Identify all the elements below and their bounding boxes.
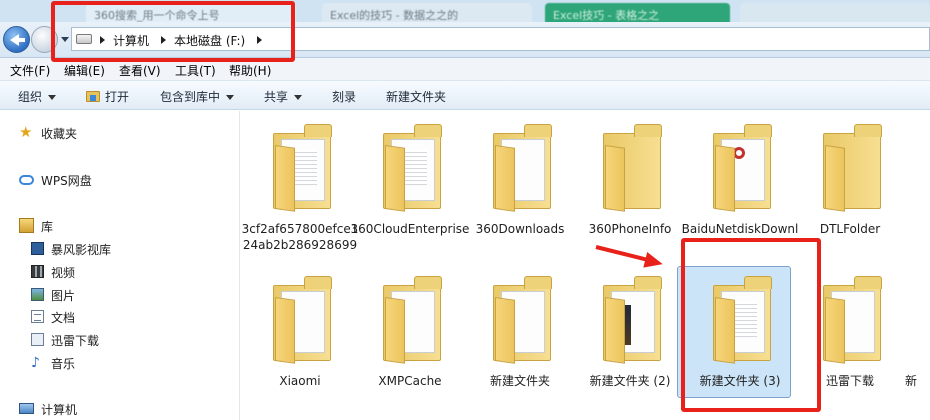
nav-favorites-label: 收藏夹 [41, 127, 78, 141]
nav-computer-label: 计算机 [41, 403, 78, 417]
open-label: 打开 [105, 90, 130, 104]
nav-favorites[interactable]: ★ 收藏夹 [19, 125, 78, 142]
back-button[interactable] [3, 26, 30, 53]
folder-item[interactable]: 新 [905, 271, 930, 411]
include-in-library-label: 包含到库中 [160, 90, 221, 104]
folder-name: Xiaomi [279, 374, 321, 388]
nav-lib-pictures[interactable]: 图片 [31, 287, 76, 304]
menu-tools[interactable]: 工具(T) [175, 62, 216, 79]
menu-edit[interactable]: 编辑(E) [64, 62, 105, 79]
open-icon [86, 91, 100, 102]
folder-name: 360CloudEnterprise [350, 222, 470, 236]
folder-icon [603, 123, 662, 212]
folder-item[interactable]: Xiaomi [245, 271, 355, 411]
folder-item[interactable]: 360Downloads [465, 119, 575, 259]
nav-computer[interactable]: 计算机 [19, 401, 78, 418]
folder-item[interactable]: 3cf2af657800efce124ab2b286928699 [242, 119, 358, 259]
star-icon: ★ [19, 123, 33, 141]
nav-lib-label: 音乐 [51, 357, 76, 371]
folder-icon [493, 123, 552, 212]
open-button[interactable]: 打开 [86, 88, 129, 105]
folder-name: DTLFolder [819, 222, 881, 236]
folder-name: 新建文件夹 (2) [589, 374, 671, 388]
music-icon: ♪ [31, 355, 40, 371]
folder-name: 新建文件夹 [489, 374, 550, 388]
nav-wps-label: WPS网盘 [41, 174, 92, 188]
nav-libraries[interactable]: 库 [19, 218, 54, 235]
nav-libraries-label: 库 [41, 220, 54, 234]
new-folder-button[interactable]: 新建文件夹 [386, 88, 446, 105]
picture-icon [31, 288, 44, 301]
menu-file[interactable]: 文件(F) [10, 62, 50, 79]
new-folder-label: 新建文件夹 [386, 90, 447, 104]
nav-lib-label: 图片 [51, 289, 76, 303]
folder-name: 新 [905, 374, 918, 388]
organize-button[interactable]: 组织 [18, 88, 57, 105]
folder-icon [493, 275, 552, 364]
nav-lib-baofeng[interactable]: 暴风影视库 [31, 241, 112, 258]
nav-lib-label: 迅雷下载 [51, 334, 100, 348]
folder-item[interactable]: 360PhoneInfo [575, 119, 685, 259]
menu-view[interactable]: 查看(V) [119, 62, 161, 79]
file-list: 3cf2af657800efce124ab2b286928699 360Clou… [241, 111, 930, 420]
annotation-box-address [51, 1, 295, 62]
menu-help[interactable]: 帮助(H) [229, 62, 271, 79]
include-in-library-button[interactable]: 包含到库中 [160, 88, 235, 105]
library-icon [19, 218, 34, 233]
film-icon [31, 265, 44, 278]
video-library-icon [31, 242, 44, 255]
folder-icon [823, 275, 882, 364]
nav-lib-label: 视频 [51, 266, 76, 280]
share-button[interactable]: 共享 [264, 88, 303, 105]
folder-name: 360PhoneInfo [588, 222, 672, 236]
folder-icon [273, 275, 332, 364]
nav-lib-music[interactable]: ♪ 音乐 [31, 355, 76, 372]
burn-label: 刻录 [332, 90, 357, 104]
caret-down-icon [226, 95, 235, 100]
annotation-box-new-folder [681, 238, 821, 412]
nav-lib-label: 暴风影视库 [51, 243, 112, 257]
folder-item[interactable]: 新建文件夹 [465, 271, 575, 411]
computer-icon [19, 403, 34, 414]
folder-icon [713, 123, 772, 212]
nav-lib-documents[interactable]: 文档 [31, 309, 76, 326]
caret-down-icon [294, 95, 303, 100]
nav-lib-label: 文档 [51, 311, 76, 325]
folder-icon [383, 275, 442, 364]
cloud-icon [19, 175, 34, 185]
nav-wps-cloud[interactable]: WPS网盘 [19, 172, 92, 189]
folder-name: 360Downloads [475, 222, 565, 236]
nav-lib-videos[interactable]: 视频 [31, 264, 76, 281]
folder-name: 3cf2af657800efce124ab2b286928699 [241, 222, 359, 252]
download-icon [31, 333, 44, 346]
folder-name: XMPCache [378, 374, 442, 388]
nav-lib-thunder[interactable]: 迅雷下载 [31, 332, 100, 349]
burn-button[interactable]: 刻录 [332, 88, 356, 105]
organize-label: 组织 [18, 90, 43, 104]
caret-down-icon [48, 95, 57, 100]
share-label: 共享 [264, 90, 289, 104]
folder-icon [603, 275, 662, 364]
document-icon [31, 310, 44, 323]
folder-icon [823, 123, 882, 212]
folder-icon [273, 123, 332, 212]
navigation-pane: ★ 收藏夹 WPS网盘 库 暴风影视库 视频 图片 文档 迅雷下载 ♪ 音乐 计… [0, 111, 240, 420]
command-bar: 组织 打开 包含到库中 共享 刻录 新建文件夹 [0, 80, 930, 110]
folder-icon [383, 123, 442, 212]
folder-item[interactable]: XMPCache [355, 271, 465, 411]
folder-item[interactable]: 新建文件夹 (2) [575, 271, 685, 411]
folder-item[interactable]: 360CloudEnterprise [351, 119, 469, 259]
